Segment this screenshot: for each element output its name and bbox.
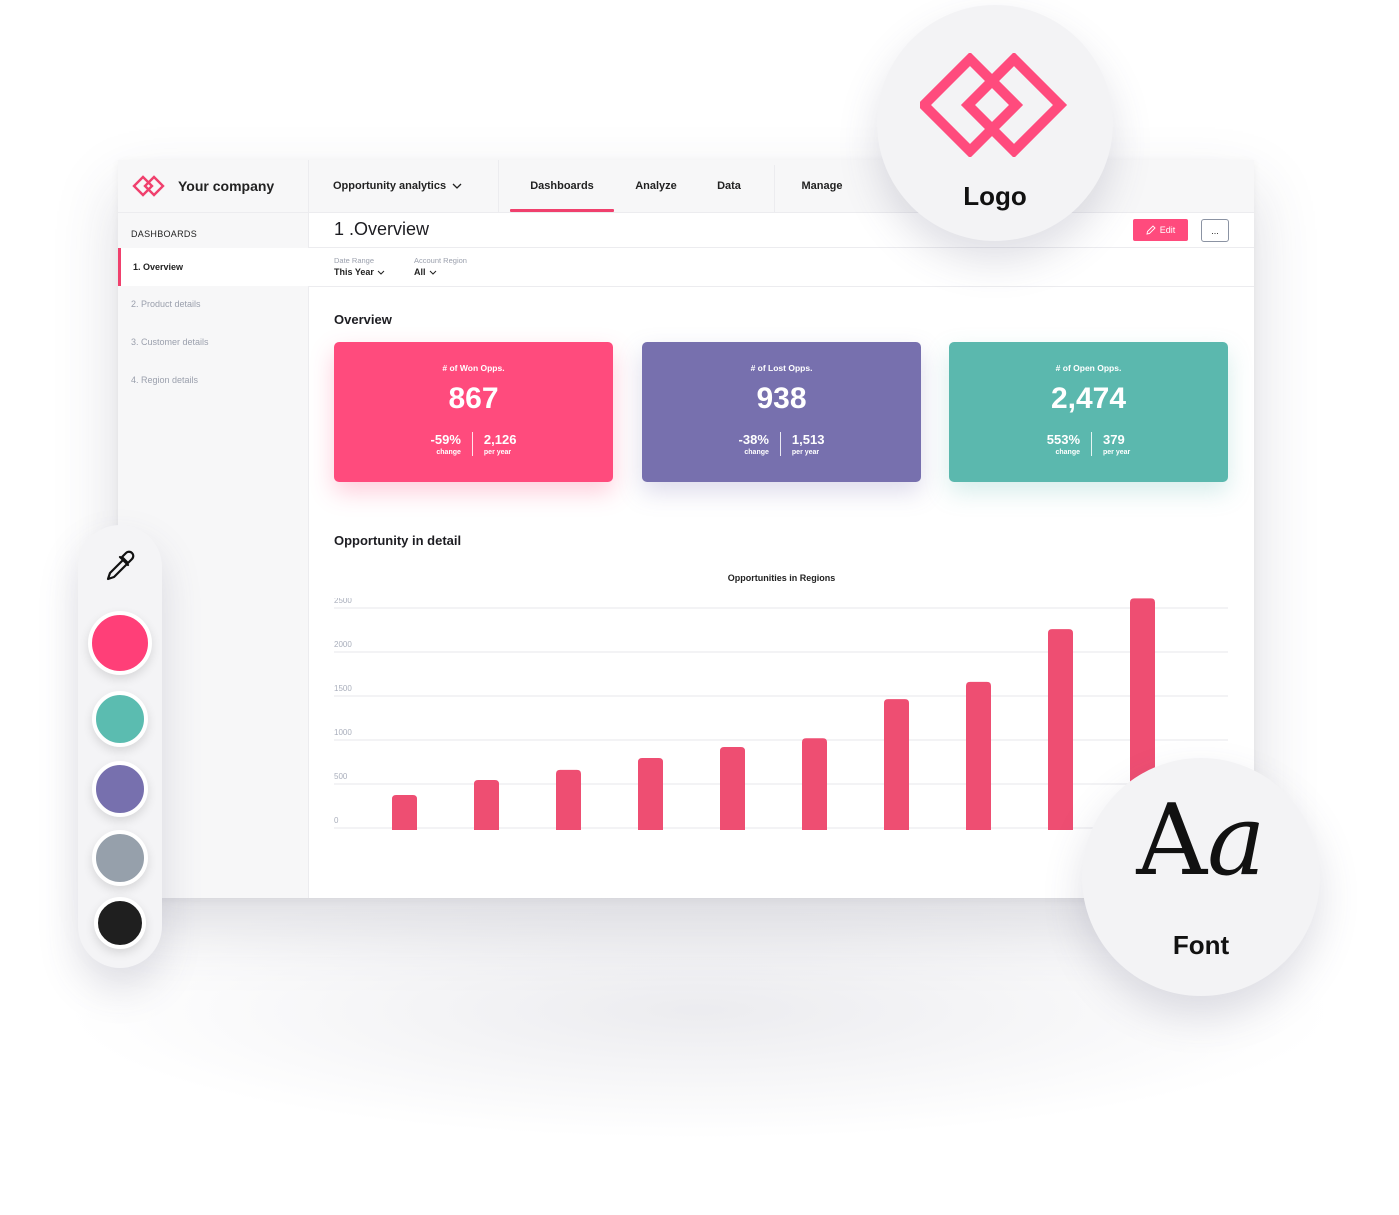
- chevron-down-icon: [377, 270, 385, 275]
- company-logo-icon: [132, 175, 165, 197]
- kpi-per-year: 379: [1103, 432, 1125, 447]
- bar-2[interactable]: [474, 780, 499, 830]
- more-options-button[interactable]: ...: [1201, 219, 1229, 242]
- app-switcher-dropdown[interactable]: Opportunity analytics: [309, 160, 499, 212]
- color-swatch-purple[interactable]: [92, 761, 148, 817]
- font-sample-upper: A: [1136, 784, 1208, 898]
- bar-7[interactable]: [884, 699, 909, 830]
- y-tick-label: 2000: [334, 640, 352, 649]
- kpi-per-year-label: per year: [1103, 449, 1131, 456]
- kpi-card-lost[interactable]: # of Lost Opps. 938 -38% change 1,513 per …: [642, 342, 921, 482]
- sidebar-item-label: 3. Customer details: [131, 337, 209, 347]
- company-logo-icon: [920, 53, 1068, 157]
- kpi-card-open[interactable]: # of Open Opps. 2,474 553% change 379 per …: [949, 342, 1228, 482]
- kpi-per-year: 2,126: [483, 432, 517, 447]
- bar-3[interactable]: [556, 769, 581, 830]
- bar-4[interactable]: [638, 758, 663, 830]
- kpi-value: 867: [448, 382, 499, 415]
- account-region-filter[interactable]: Account Region All: [414, 256, 467, 277]
- kpi-label: # of Lost Opps.: [750, 363, 813, 373]
- color-swatch-pink[interactable]: [88, 611, 152, 675]
- bar-1[interactable]: [392, 795, 417, 830]
- kpi-label: # of Won Opps.: [442, 363, 505, 373]
- font-label: Font: [1172, 930, 1230, 960]
- font-sample: Aa: [1082, 792, 1320, 890]
- kpi-per-year-label: per year: [483, 449, 512, 456]
- sidebar-item-label: 4. Region details: [131, 375, 199, 385]
- color-swatch-gray[interactable]: [92, 830, 148, 886]
- bar-8[interactable]: [966, 681, 991, 830]
- edit-label: Edit: [1159, 225, 1176, 235]
- tab-divider: [774, 165, 775, 212]
- edit-button[interactable]: Edit: [1133, 219, 1188, 241]
- pencil-icon: [1146, 225, 1156, 235]
- y-tick-label: 1000: [334, 728, 352, 737]
- brand[interactable]: Your company: [118, 160, 309, 212]
- y-tick-label: 0: [334, 816, 339, 825]
- kpi-value: 2,474: [1050, 382, 1127, 415]
- chevron-down-icon: [429, 270, 436, 275]
- color-swatch-black[interactable]: [94, 897, 146, 949]
- logo-customization-bubble[interactable]: Logo: [877, 5, 1113, 241]
- sidebar-item-label: 2. Product details: [131, 299, 201, 309]
- sidebar-heading: DASHBOARDS: [131, 229, 198, 239]
- bar-6[interactable]: [802, 738, 827, 830]
- date-range-filter[interactable]: Date Range This Year: [334, 256, 385, 277]
- y-tick-label: 1500: [334, 684, 352, 693]
- chart-title: Opportunities in Regions: [727, 573, 836, 583]
- filter-value: This Year: [334, 267, 374, 277]
- chevron-down-icon: [452, 183, 462, 189]
- kpi-per-year-label: per year: [791, 449, 820, 456]
- kpi-change: -59%: [430, 432, 461, 447]
- sidebar-item-label: 1. Overview: [133, 262, 184, 272]
- bar-5[interactable]: [720, 747, 745, 830]
- overview-section-title: Overview: [334, 312, 392, 327]
- font-customization-bubble[interactable]: Aa Font: [1082, 758, 1320, 996]
- sidebar-item-product-details[interactable]: 2. Product details: [118, 285, 308, 323]
- filter-value: All: [414, 267, 426, 277]
- y-tick-label: 500: [334, 772, 348, 781]
- divider: [309, 247, 1254, 248]
- kpi-card-won[interactable]: # of Won Opps. 867 -59% change 2,126 per y…: [334, 342, 613, 482]
- divider: [309, 286, 1254, 287]
- filter-label: Account Region: [414, 256, 467, 265]
- eyedropper-icon[interactable]: [100, 547, 140, 587]
- sidebar-item-region-details[interactable]: 4. Region details: [118, 361, 308, 399]
- color-swatch-teal[interactable]: [92, 691, 148, 747]
- filter-label: Date Range: [334, 256, 375, 265]
- tab-manage[interactable]: Manage: [790, 160, 854, 212]
- company-name: Your company: [178, 178, 275, 194]
- kpi-label: # of Open Opps.: [1055, 363, 1122, 373]
- kpi-change-label: change: [436, 449, 461, 456]
- sidebar-item-customer-details[interactable]: 3. Customer details: [118, 323, 308, 361]
- kpi-change-label: change: [1055, 449, 1080, 456]
- tab-dashboards[interactable]: Dashboards: [510, 160, 614, 212]
- dashboard-window: Your company Opportunity analytics Dashb…: [118, 160, 1254, 898]
- sidebar-item-overview[interactable]: 1. Overview: [118, 248, 309, 286]
- color-palette: [78, 525, 162, 968]
- page-title: 1 .Overview: [334, 219, 430, 239]
- tab-analyze[interactable]: Analyze: [624, 160, 688, 212]
- font-sample-lower: a: [1207, 784, 1266, 898]
- kpi-change-label: change: [744, 449, 769, 456]
- kpi-value: 938: [756, 382, 807, 415]
- detail-section-title: Opportunity in detail: [334, 533, 462, 548]
- logo-label: Logo: [963, 181, 1027, 211]
- bar-9[interactable]: [1048, 629, 1073, 830]
- app-switcher-label: Opportunity analytics: [333, 180, 447, 192]
- y-tick-label: 2500: [334, 598, 352, 605]
- tab-data[interactable]: Data: [704, 160, 754, 212]
- kpi-change: 553%: [1046, 432, 1080, 447]
- kpi-change: -38%: [738, 432, 769, 447]
- kpi-per-year: 1,513: [791, 432, 825, 447]
